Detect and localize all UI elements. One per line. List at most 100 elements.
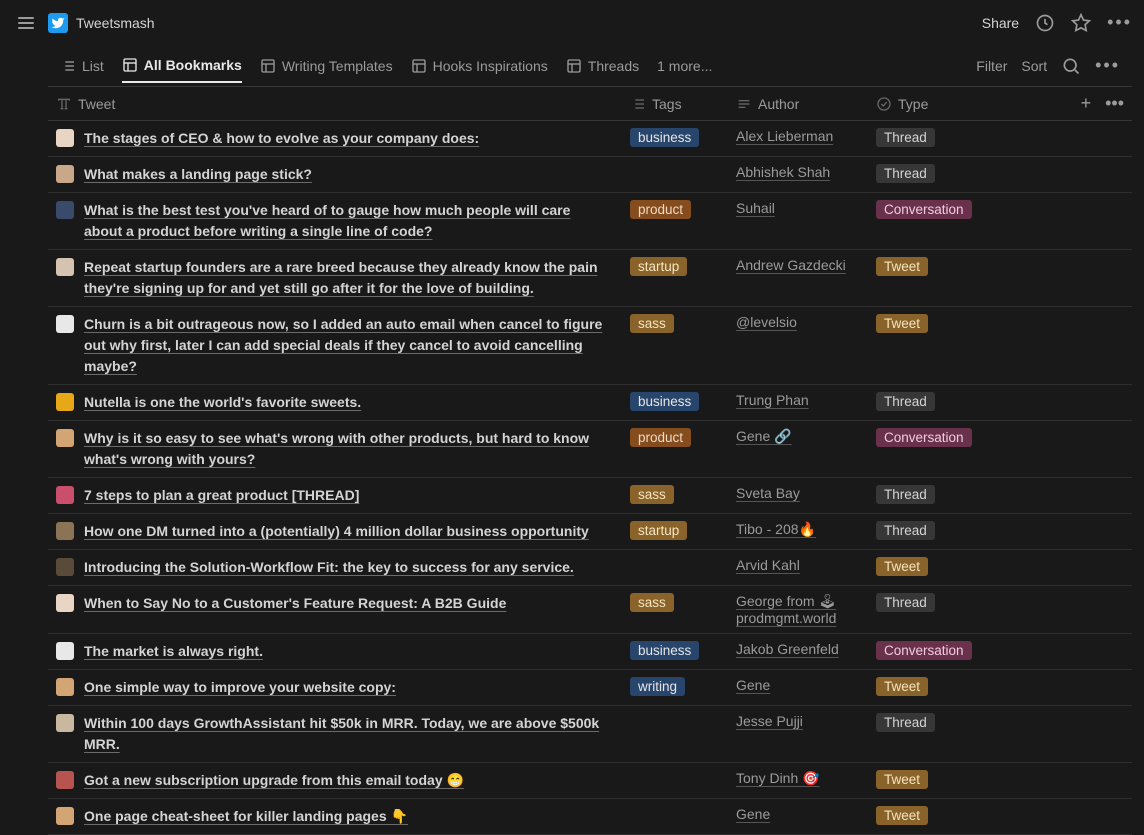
tab-writing-templates[interactable]: Writing Templates <box>260 50 393 82</box>
tag-badge[interactable]: product <box>630 428 691 447</box>
type-badge[interactable]: Tweet <box>876 557 928 576</box>
author-link[interactable]: Alex Lieberman <box>736 128 833 144</box>
author-link[interactable]: Trung Phan <box>736 392 809 408</box>
tab-label: Threads <box>588 58 639 74</box>
tag-badge[interactable]: sass <box>630 485 674 504</box>
author-link[interactable]: Abhishek Shah <box>736 164 830 180</box>
tweet-link[interactable]: The stages of CEO & how to evolve as you… <box>84 128 479 149</box>
col-header-tags[interactable]: Tags <box>622 96 728 112</box>
author-link[interactable]: Tibo - 208🔥 <box>736 521 816 537</box>
more-views[interactable]: 1 more... <box>657 58 712 74</box>
table-row[interactable]: What is the best test you've heard of to… <box>48 193 1132 250</box>
author-link[interactable]: George from 🕹 prodmgmt.world <box>736 593 836 626</box>
tweet-link[interactable]: Introducing the Solution-Workflow Fit: t… <box>84 557 574 578</box>
type-badge[interactable]: Thread <box>876 164 935 183</box>
author-link[interactable]: Gene <box>736 806 770 822</box>
clock-icon[interactable] <box>1035 13 1055 33</box>
tag-badge[interactable]: startup <box>630 521 687 540</box>
filter-button[interactable]: Filter <box>976 58 1007 74</box>
author-link[interactable]: Gene <box>736 677 770 693</box>
table-row[interactable]: What makes a landing page stick? Abhishe… <box>48 157 1132 193</box>
table-row[interactable]: Repeat startup founders are a rare breed… <box>48 250 1132 307</box>
tweet-link[interactable]: Within 100 days GrowthAssistant hit $50k… <box>84 713 610 755</box>
share-button[interactable]: Share <box>982 15 1019 31</box>
table-row[interactable]: 7 steps to plan a great product [THREAD]… <box>48 478 1132 514</box>
tweet-link[interactable]: One simple way to improve your website c… <box>84 677 396 698</box>
table-row[interactable]: Churn is a bit outrageous now, so I adde… <box>48 307 1132 385</box>
type-badge[interactable]: Thread <box>876 485 935 504</box>
table-row[interactable]: One simple way to improve your website c… <box>48 670 1132 706</box>
search-icon[interactable] <box>1061 56 1081 76</box>
author-link[interactable]: Arvid Kahl <box>736 557 800 573</box>
tweet-link[interactable]: One page cheat-sheet for killer landing … <box>84 806 408 827</box>
type-badge[interactable]: Tweet <box>876 257 928 276</box>
type-badge[interactable]: Tweet <box>876 770 928 789</box>
more-options-icon[interactable]: ••• <box>1107 12 1132 33</box>
author-link[interactable]: Jesse Pujji <box>736 713 803 729</box>
tag-badge[interactable]: product <box>630 200 691 219</box>
col-header-tweet[interactable]: Tweet <box>48 96 622 112</box>
table-row[interactable]: Introducing the Solution-Workflow Fit: t… <box>48 550 1132 586</box>
tweet-link[interactable]: Churn is a bit outrageous now, so I adde… <box>84 314 610 377</box>
table-row[interactable]: When to Say No to a Customer's Feature R… <box>48 586 1132 634</box>
tweet-link[interactable]: What is the best test you've heard of to… <box>84 200 610 242</box>
tab-hooks-inspirations[interactable]: Hooks Inspirations <box>411 50 548 82</box>
type-badge[interactable]: Conversation <box>876 428 972 447</box>
type-badge[interactable]: Tweet <box>876 314 928 333</box>
tab-all-bookmarks[interactable]: All Bookmarks <box>122 49 242 83</box>
tweet-link[interactable]: Got a new subscription upgrade from this… <box>84 770 464 791</box>
tag-badge[interactable]: sass <box>630 593 674 612</box>
table-row[interactable]: One page cheat-sheet for killer landing … <box>48 799 1132 835</box>
tweet-link[interactable]: Why is it so easy to see what's wrong wi… <box>84 428 610 470</box>
tweet-link[interactable]: Repeat startup founders are a rare breed… <box>84 257 610 299</box>
table-row[interactable]: Nutella is one the world's favorite swee… <box>48 385 1132 421</box>
tag-badge[interactable]: business <box>630 128 699 147</box>
col-header-author[interactable]: Author <box>728 96 868 112</box>
tweet-link[interactable]: 7 steps to plan a great product [THREAD] <box>84 485 359 506</box>
cell-author: Tony Dinh 🎯 <box>728 770 868 787</box>
table-row[interactable]: The market is always right. business Jak… <box>48 634 1132 670</box>
type-badge[interactable]: Thread <box>876 392 935 411</box>
tab-list[interactable]: List <box>60 50 104 82</box>
col-header-type[interactable]: Type <box>868 96 1018 112</box>
type-badge[interactable]: Thread <box>876 593 935 612</box>
add-column-icon[interactable]: + <box>1081 93 1092 114</box>
type-badge[interactable]: Conversation <box>876 200 972 219</box>
tag-badge[interactable]: sass <box>630 314 674 333</box>
column-options-icon[interactable]: ••• <box>1105 93 1124 114</box>
star-icon[interactable] <box>1071 13 1091 33</box>
author-link[interactable]: @levelsio <box>736 314 797 330</box>
type-badge[interactable]: Tweet <box>876 677 928 696</box>
sort-button[interactable]: Sort <box>1021 58 1047 74</box>
tweet-link[interactable]: How one DM turned into a (potentially) 4… <box>84 521 589 542</box>
table-row[interactable]: Why is it so easy to see what's wrong wi… <box>48 421 1132 478</box>
type-badge[interactable]: Thread <box>876 128 935 147</box>
author-link[interactable]: Suhail <box>736 200 775 216</box>
tag-badge[interactable]: business <box>630 392 699 411</box>
tweet-link[interactable]: Nutella is one the world's favorite swee… <box>84 392 361 413</box>
table-row[interactable]: Within 100 days GrowthAssistant hit $50k… <box>48 706 1132 763</box>
tweet-link[interactable]: What makes a landing page stick? <box>84 164 312 185</box>
type-badge[interactable]: Conversation <box>876 641 972 660</box>
type-badge[interactable]: Thread <box>876 521 935 540</box>
author-link[interactable]: Gene 🔗 <box>736 428 792 444</box>
menu-icon[interactable] <box>12 11 40 35</box>
author-link[interactable]: Sveta Bay <box>736 485 800 501</box>
type-badge[interactable]: Tweet <box>876 806 928 825</box>
tag-badge[interactable]: writing <box>630 677 685 696</box>
table-options-icon[interactable]: ••• <box>1095 55 1120 76</box>
tweet-link[interactable]: The market is always right. <box>84 641 263 662</box>
author-link[interactable]: Jakob Greenfeld <box>736 641 839 657</box>
table-row[interactable]: The stages of CEO & how to evolve as you… <box>48 121 1132 157</box>
cell-type: Thread <box>868 593 1018 612</box>
table-row[interactable]: Got a new subscription upgrade from this… <box>48 763 1132 799</box>
tweet-link[interactable]: When to Say No to a Customer's Feature R… <box>84 593 506 614</box>
page-title[interactable]: Tweetsmash <box>76 15 155 31</box>
tag-badge[interactable]: business <box>630 641 699 660</box>
author-link[interactable]: Andrew Gazdecki <box>736 257 846 273</box>
tab-threads[interactable]: Threads <box>566 50 639 82</box>
type-badge[interactable]: Thread <box>876 713 935 732</box>
tag-badge[interactable]: startup <box>630 257 687 276</box>
author-link[interactable]: Tony Dinh 🎯 <box>736 770 820 786</box>
table-row[interactable]: How one DM turned into a (potentially) 4… <box>48 514 1132 550</box>
